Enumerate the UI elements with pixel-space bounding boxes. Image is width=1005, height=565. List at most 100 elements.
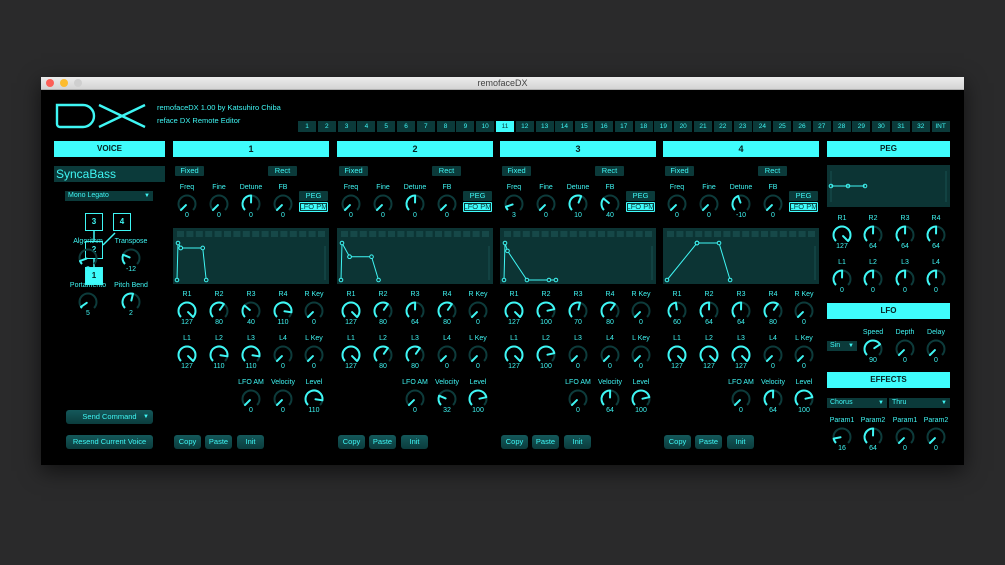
knob-l4[interactable]: L40 [914,258,958,295]
knob-level[interactable]: Level100 [782,378,826,415]
preset-button-23[interactable]: 23 [734,121,752,132]
knob-r4[interactable]: R464 [914,214,958,251]
preset-button-1[interactable]: 1 [298,121,316,132]
effect2-dropdown[interactable]: Thru▼ [889,398,950,408]
paste-button[interactable]: Paste [205,435,232,449]
fixed-toggle[interactable]: Fixed [339,166,368,176]
preset-button-25[interactable]: 25 [773,121,791,132]
knob-value: 0 [782,318,826,327]
knob-dial [599,344,621,364]
init-button[interactable]: Init [237,435,264,449]
copy-button[interactable]: Copy [338,435,365,449]
preset-button-10[interactable]: 10 [476,121,494,132]
knob-dial [436,344,458,364]
knob-pointer [604,356,609,361]
paste-button[interactable]: Paste [695,435,722,449]
preset-button-9[interactable]: 9 [456,121,474,132]
preset-button-11[interactable]: 11 [496,121,514,132]
knob-param2[interactable]: Param20 [914,416,958,453]
envelope-point [340,241,344,245]
voice-name-field[interactable]: SyncaBass [54,166,165,182]
preset-button-14[interactable]: 14 [555,121,573,132]
preset-button-INT[interactable]: INT [932,121,950,132]
knob-level[interactable]: Level100 [456,378,500,415]
preset-button-3[interactable]: 3 [338,121,356,132]
preset-button-5[interactable]: 5 [377,121,395,132]
preset-button-2[interactable]: 2 [318,121,336,132]
knob-dial [567,388,589,408]
preset-button-32[interactable]: 32 [912,121,930,132]
preset-button-17[interactable]: 17 [615,121,633,132]
preset-button-12[interactable]: 12 [516,121,534,132]
preset-button-16[interactable]: 16 [595,121,613,132]
knob-pointer [277,400,282,405]
preset-button-31[interactable]: 31 [892,121,910,132]
init-button[interactable]: Init [727,435,754,449]
envelope-graph [500,228,656,284]
knob-algorithm[interactable]: Algorithm2 [66,237,110,274]
send-command-dropdown[interactable]: Send Command▼ [66,410,153,424]
knob-pitch-bend[interactable]: Pitch Bend2 [109,281,153,318]
preset-button-27[interactable]: 27 [813,121,831,132]
copy-button[interactable]: Copy [501,435,528,449]
knob-pointer [448,304,452,310]
preset-button-28[interactable]: 28 [833,121,851,132]
knob-pointer [308,356,313,361]
knob-portamento[interactable]: Portamento5 [66,281,110,318]
wave-button[interactable]: Rect [268,166,297,176]
preset-button-18[interactable]: 18 [635,121,653,132]
effect1-dropdown[interactable]: Chorus▼ [827,398,887,408]
copy-button[interactable]: Copy [174,435,201,449]
wave-button[interactable]: Rect [595,166,624,176]
knob-level[interactable]: Level100 [619,378,663,415]
preset-button-4[interactable]: 4 [357,121,375,132]
copy-button[interactable]: Copy [664,435,691,449]
preset-button-19[interactable]: 19 [654,121,672,132]
fixed-toggle[interactable]: Fixed [175,166,204,176]
knob-fb[interactable]: FB0 [425,183,469,220]
preset-button-6[interactable]: 6 [397,121,415,132]
algorithm-op-4[interactable]: 4 [113,213,131,231]
knob-fb[interactable]: FB0 [261,183,305,220]
init-button[interactable]: Init [401,435,428,449]
fixed-toggle[interactable]: Fixed [502,166,531,176]
knob-pointer [515,356,520,361]
preset-button-8[interactable]: 8 [437,121,455,132]
algorithm-op-3[interactable]: 3 [85,213,103,231]
envelope-point [377,278,381,282]
wave-button[interactable]: Rect [758,166,787,176]
paste-button[interactable]: Paste [369,435,396,449]
paste-button[interactable]: Paste [532,435,559,449]
fixed-toggle[interactable]: Fixed [665,166,694,176]
preset-button-15[interactable]: 15 [575,121,593,132]
knob-pointer [441,205,446,210]
preset-button-30[interactable]: 30 [872,121,890,132]
preset-button-29[interactable]: 29 [852,121,870,132]
knob-fb[interactable]: FB40 [588,183,632,220]
knob-transpose[interactable]: Transpose-12 [109,237,153,274]
knob-pointer [899,350,904,355]
knob-l-key[interactable]: L Key0 [782,334,826,371]
preset-button-21[interactable]: 21 [694,121,712,132]
preset-button-13[interactable]: 13 [536,121,554,132]
knob-level[interactable]: Level110 [292,378,336,415]
knob-pointer [767,205,772,210]
wave-button[interactable]: Rect [432,166,461,176]
knob-dial [925,338,947,358]
knob-dial [272,300,294,320]
preset-button-22[interactable]: 22 [714,121,732,132]
knob-value: 0 [261,211,305,220]
knob-r-key[interactable]: R Key0 [782,290,826,327]
knob-fb[interactable]: FB0 [751,183,795,220]
voice-mode-dropdown[interactable]: Mono Legato▼ [65,191,153,201]
preset-button-26[interactable]: 26 [793,121,811,132]
preset-button-24[interactable]: 24 [753,121,771,132]
knob-dial [698,344,720,364]
init-button[interactable]: Init [564,435,591,449]
knob-delay[interactable]: Delay0 [914,328,958,365]
knob-dial [272,344,294,364]
envelope-point [728,278,732,282]
preset-button-20[interactable]: 20 [674,121,692,132]
preset-button-7[interactable]: 7 [417,121,435,132]
resend-voice-button[interactable]: Resend Current Voice [66,435,153,449]
